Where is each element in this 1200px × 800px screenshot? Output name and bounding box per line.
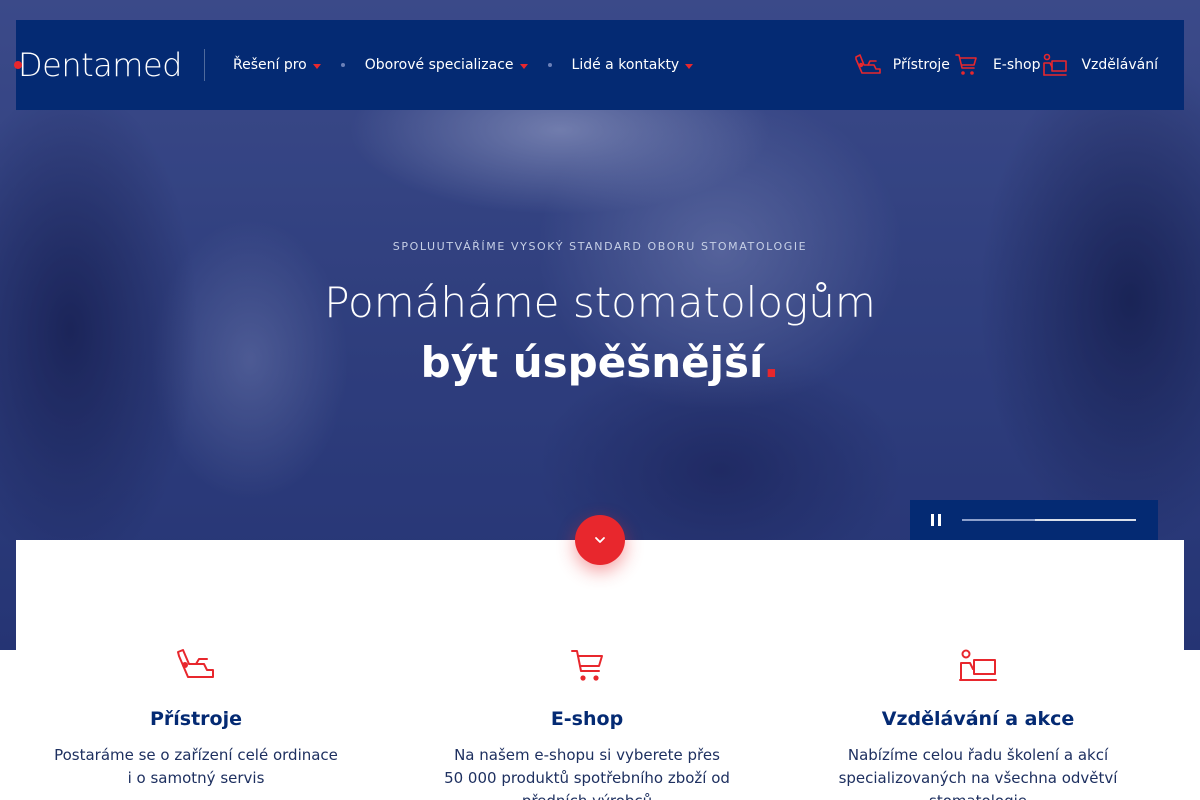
nav-item-label: Lidé a kontakty — [571, 57, 680, 73]
feature-desc-line: Na našem e-shopu si vyberete přes — [454, 746, 720, 764]
feature-title: Přístroje — [149, 708, 243, 730]
nav-separator — [547, 63, 552, 67]
hero-headline-dot: . — [763, 338, 780, 387]
hero-headline: Pomáháme stomatologům — [324, 278, 876, 327]
nav-item-label: Řešení pro — [233, 57, 307, 73]
main-nav: Řešení pro Oborové specializace Lidé a k… — [233, 57, 694, 73]
feature-title: Vzdělávání a akce — [881, 708, 1075, 730]
caret-down-icon — [685, 63, 694, 69]
pause-button[interactable] — [910, 500, 962, 540]
feature-desc-line: specializovaných na všechna odvětví — [838, 769, 1118, 787]
header-divider — [204, 49, 205, 81]
quicklink-label: Vzdělávání — [1081, 57, 1158, 73]
hero-eyebrow: SPOLUUTVÁŘÍME VYSOKÝ STANDARD OBORU STOM… — [392, 240, 808, 253]
feature-desc-line: předních výrobců — [427, 790, 747, 800]
scroll-down-button[interactable] — [575, 515, 625, 565]
cart-icon — [955, 54, 977, 75]
presentation-icon — [1043, 53, 1068, 76]
quicklink-label: Přístroje — [892, 57, 950, 73]
quicklink-vzdelavani[interactable]: Vzdělávání — [1042, 53, 1158, 77]
quicklink-eshop[interactable]: E-shop — [954, 53, 1041, 77]
feature-desc-line: i o samotný servis — [127, 769, 265, 787]
caret-down-icon — [519, 63, 528, 69]
logo[interactable]: Dentamed — [14, 46, 202, 84]
pause-icon-bar — [938, 514, 941, 526]
feature-desc-line: Postaráme se o zařízení celé ordinace — [54, 746, 338, 764]
nav-item-reseni-pro[interactable]: Řešení pro — [233, 57, 321, 73]
logo-text: Dentamed — [18, 46, 182, 84]
feature-desc-line: 50 000 produktů spotřebního zboží od — [444, 769, 730, 787]
slider-progress-fill — [962, 519, 1036, 521]
hero-headline-emphasis: být úspěšnější. — [0, 338, 1200, 387]
quick-links: Přístroje E-shop Vzdělávání — [854, 20, 1158, 110]
nav-item-oborove-specializace[interactable]: Oborové specializace — [365, 57, 528, 73]
dental-chair-icon — [854, 54, 881, 74]
pause-icon-bar — [931, 514, 934, 526]
feature-eshop[interactable]: E-shop Na našem e-shopu si vyberete přes… — [427, 648, 747, 800]
cart-icon — [571, 650, 603, 681]
feature-description: Na našem e-shopu si vyberete přes 50 000… — [427, 744, 747, 800]
feature-title: E-shop — [550, 708, 624, 730]
chevron-down-icon — [595, 537, 605, 543]
feature-desc-line: Nabízíme celou řadu školení a akcí — [847, 746, 1109, 764]
feature-pristroje[interactable]: Přístroje Postaráme se o zařízení celé o… — [36, 648, 356, 790]
feature-description: Postaráme se o zařízení celé ordinace i … — [36, 744, 356, 790]
site-header: Dentamed Řešení pro Oborové specializace… — [14, 20, 1184, 110]
dental-chair-icon — [177, 649, 214, 678]
feature-vzdelavani[interactable]: Vzdělávání a akce Nabízíme celou řadu šk… — [818, 648, 1138, 800]
caret-down-icon — [312, 63, 321, 69]
nav-item-label: Oborové specializace — [364, 57, 514, 73]
nav-item-lide-a-kontakty[interactable]: Lidé a kontakty — [572, 57, 694, 73]
feature-desc-line: stomatologie — [818, 790, 1138, 800]
slider-progress[interactable] — [962, 519, 1136, 521]
presentation-icon — [959, 649, 997, 681]
quicklink-label: E-shop — [992, 57, 1041, 73]
slider-controls — [910, 500, 1158, 540]
quicklink-pristroje[interactable]: Přístroje — [854, 53, 950, 77]
logo-dot — [14, 61, 22, 69]
feature-description: Nabízíme celou řadu školení a akcí speci… — [818, 744, 1138, 800]
hero-headline-bold: být úspěšnější — [420, 338, 764, 387]
nav-separator — [340, 63, 345, 67]
